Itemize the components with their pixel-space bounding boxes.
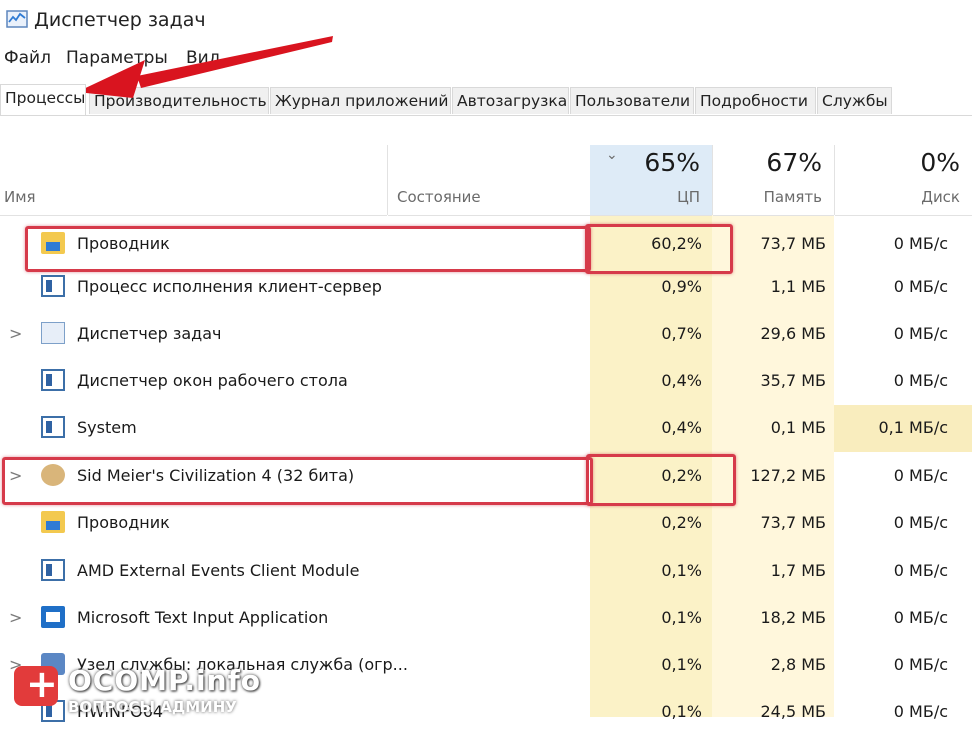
process-cpu: 0,1% xyxy=(661,655,702,674)
sort-chevron-down-icon: ⌄ xyxy=(606,147,618,163)
process-cpu: 0,4% xyxy=(661,371,702,390)
process-memory: 29,6 МБ xyxy=(760,324,827,343)
process-memory: 0,1 МБ xyxy=(770,418,826,437)
process-cpu: 0,7% xyxy=(661,324,702,343)
process-disk: 0 МБ/с xyxy=(893,608,948,627)
process-disk: 0,1 МБ/с xyxy=(878,418,949,437)
process-row[interactable]: System 0,4% 0,1 МБ 0,1 МБ/с xyxy=(0,405,972,452)
cpu-column-label: ЦП xyxy=(677,188,700,206)
column-name-label: Имя xyxy=(4,188,36,206)
tab-processes[interactable]: Процессы xyxy=(0,84,86,115)
process-disk: 0 МБ/с xyxy=(893,655,948,674)
menu-file[interactable]: Файл xyxy=(4,48,51,68)
process-cpu: 0,1% xyxy=(661,702,702,721)
process-cpu: 0,2% xyxy=(661,513,702,532)
process-memory: 73,7 МБ xyxy=(760,513,827,532)
process-name: Microsoft Text Input Application xyxy=(77,608,329,627)
process-memory: 1,1 МБ xyxy=(770,277,826,296)
column-cpu-header[interactable]: ⌄ 65% ЦП xyxy=(590,145,712,216)
expand-chevron-icon[interactable]: > xyxy=(9,324,22,343)
process-cpu: 0,1% xyxy=(661,561,702,580)
process-memory: 24,5 МБ xyxy=(760,702,827,721)
column-status-header[interactable]: Состояние xyxy=(388,145,590,216)
window-icon xyxy=(41,369,65,391)
process-name: Диспетчер задач xyxy=(77,324,222,343)
column-status-label: Состояние xyxy=(397,188,481,206)
process-disk: 0 МБ/с xyxy=(893,234,948,253)
process-disk: 0 МБ/с xyxy=(893,324,948,343)
window-icon xyxy=(41,275,65,297)
window-icon xyxy=(41,559,65,581)
tab-details[interactable]: Подробности xyxy=(695,87,816,114)
process-row[interactable]: Проводник 0,2% 73,7 МБ 0 МБ/с xyxy=(0,500,972,547)
process-memory: 2,8 МБ xyxy=(770,655,826,674)
process-name: Процесс исполнения клиент-сервер xyxy=(77,277,382,296)
app-icon xyxy=(41,606,65,628)
disk-total-percent: 0% xyxy=(920,148,960,177)
process-memory: 18,2 МБ xyxy=(760,608,827,627)
memory-total-percent: 67% xyxy=(766,148,822,177)
process-row[interactable]: > Диспетчер задач 0,7% 29,6 МБ 0 МБ/с xyxy=(0,311,972,358)
highlight-box-name xyxy=(2,457,593,505)
window-icon xyxy=(41,416,65,438)
process-name: Проводник xyxy=(77,513,170,532)
memory-column-label: Память xyxy=(763,188,822,206)
process-cpu: 0,9% xyxy=(661,277,702,296)
task-manager-icon xyxy=(6,8,28,30)
annotation-arrow-icon xyxy=(77,36,333,98)
highlight-box-name xyxy=(25,226,591,272)
tab-users[interactable]: Пользователи xyxy=(570,87,694,114)
process-row[interactable]: > Microsoft Text Input Application 0,1% … xyxy=(0,595,972,642)
watermark-title: OCOMP.info xyxy=(68,664,261,697)
process-disk: 0 МБ/с xyxy=(893,513,948,532)
disk-column-label: Диск xyxy=(921,188,960,206)
process-disk: 0 МБ/с xyxy=(893,702,948,721)
process-name: AMD External Events Client Module xyxy=(77,561,360,580)
task-manager-icon xyxy=(41,322,65,344)
process-disk: 0 МБ/с xyxy=(893,561,948,580)
process-name: Диспетчер окон рабочего стола xyxy=(77,371,348,390)
highlight-box-cpu xyxy=(585,224,733,274)
process-row[interactable]: AMD External Events Client Module 0,1% 1… xyxy=(0,548,972,595)
cpu-total-percent: 65% xyxy=(644,148,700,177)
window-title: Диспетчер задач xyxy=(34,9,206,31)
tab-startup[interactable]: Автозагрузка xyxy=(452,87,569,114)
process-memory: 35,7 МБ xyxy=(760,371,827,390)
process-row[interactable]: Диспетчер окон рабочего стола 0,4% 35,7 … xyxy=(0,358,972,405)
tab-services[interactable]: Службы xyxy=(817,87,892,114)
process-disk: 0 МБ/с xyxy=(893,371,948,390)
ocomp-logo-icon xyxy=(14,662,58,706)
column-name-header[interactable]: Имя xyxy=(0,145,387,216)
highlight-box-cpu xyxy=(586,454,736,506)
process-cpu: 0,4% xyxy=(661,418,702,437)
process-disk: 0 МБ/с xyxy=(893,466,948,485)
expand-chevron-icon[interactable]: > xyxy=(9,608,22,627)
column-memory-header[interactable]: 67% Память xyxy=(713,145,834,216)
process-memory: 1,7 МБ xyxy=(770,561,826,580)
folder-icon xyxy=(41,511,65,533)
process-name: System xyxy=(77,418,137,437)
process-disk: 0 МБ/с xyxy=(893,277,948,296)
process-cpu: 0,1% xyxy=(661,608,702,627)
watermark-subtitle: ВОПРОСЫ АДМИНУ xyxy=(68,698,237,716)
column-disk-header[interactable]: 0% Диск xyxy=(835,145,972,216)
watermark: OCOMP.info ВОПРОСЫ АДМИНУ xyxy=(10,660,290,717)
